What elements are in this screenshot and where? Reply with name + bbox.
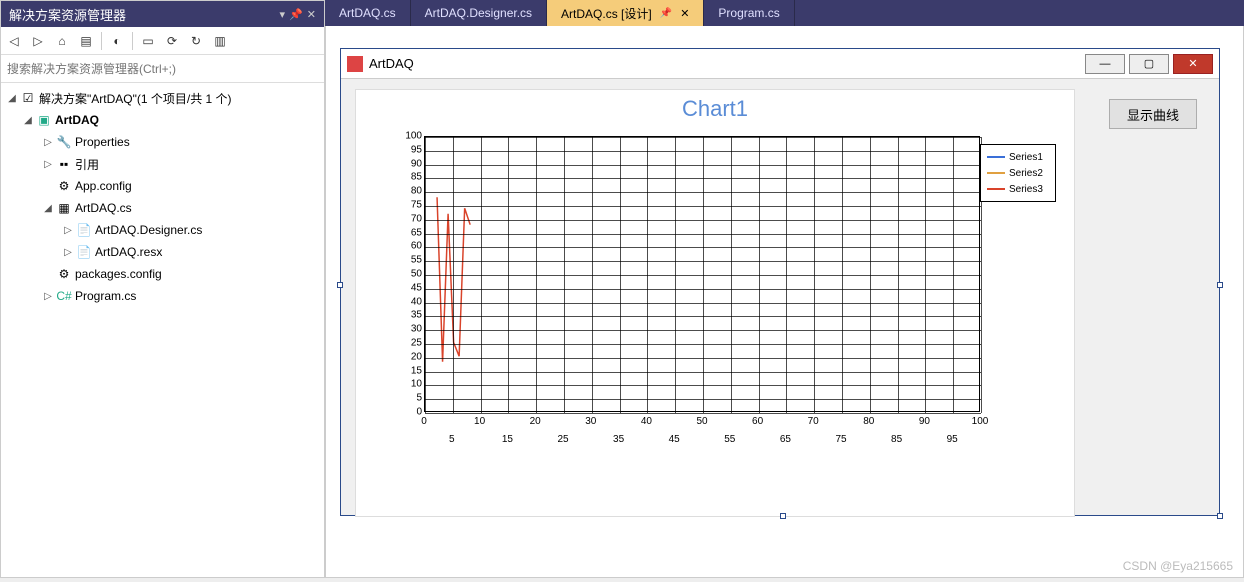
show-all-icon[interactable]: ▭ <box>139 32 157 50</box>
config-icon: ⚙ <box>55 267 73 281</box>
collapse-icon[interactable]: ↻ <box>187 32 205 50</box>
tab-artdaq-cs[interactable]: ArtDAQ.cs <box>325 0 411 26</box>
wrench-icon: 🔧 <box>55 135 73 149</box>
nav-fwd-icon[interactable]: ▷ <box>29 32 47 50</box>
tree-references[interactable]: ▷▪▪ 引用 <box>1 153 324 175</box>
cs-icon: 📄 <box>75 223 93 237</box>
scope-icon[interactable]: ◐ <box>108 32 126 50</box>
solution-explorer-panel: 解决方案资源管理器 ▾ 📌 ✕ ◁ ▷ ⌂ ▤ ◐ ▭ ⟳ ↻ ▥ ◢☑ 解决方… <box>0 0 325 578</box>
form-window[interactable]: ArtDAQ — ▢ ✕ Chart1 05101520253035404550… <box>340 48 1220 516</box>
panel-pin-icon[interactable]: 📌 <box>289 8 303 21</box>
chart-control[interactable]: Chart1 051015202530354045505560657075808… <box>355 89 1075 517</box>
csproj-icon: ▣ <box>35 113 53 127</box>
properties-icon[interactable]: ▥ <box>211 32 229 50</box>
tree-packages[interactable]: ⚙ packages.config <box>1 263 324 285</box>
panel-close-icon[interactable]: ✕ <box>307 8 316 21</box>
cs-file-icon: C# <box>55 289 73 303</box>
tab-artdaq-design[interactable]: ArtDAQ.cs [设计] 📌 ✕ <box>547 0 704 26</box>
tab-program-cs[interactable]: Program.cs <box>704 0 794 26</box>
search-input[interactable] <box>7 62 318 76</box>
config-icon: ⚙ <box>55 179 73 193</box>
designer-surface[interactable]: ArtDAQ — ▢ ✕ Chart1 05101520253035404550… <box>325 26 1244 578</box>
search-box[interactable] <box>1 55 324 83</box>
tree-appconfig[interactable]: ⚙ App.config <box>1 175 324 197</box>
form-icon: ▦ <box>55 201 73 215</box>
sync-icon[interactable]: ▤ <box>77 32 95 50</box>
tree-program[interactable]: ▷C# Program.cs <box>1 285 324 307</box>
resx-icon: 📄 <box>75 245 93 259</box>
form-titlebar: ArtDAQ — ▢ ✕ <box>341 49 1219 79</box>
panel-title: 解决方案资源管理器 <box>9 5 126 24</box>
show-curve-button[interactable]: 显示曲线 <box>1109 99 1197 129</box>
home-icon[interactable]: ⌂ <box>53 32 71 50</box>
solution-icon: ☑ <box>19 91 37 105</box>
panel-menu-icon[interactable]: ▾ <box>280 8 286 21</box>
tree-artdaq-cs[interactable]: ◢▦ ArtDAQ.cs <box>1 197 324 219</box>
solution-toolbar: ◁ ▷ ⌂ ▤ ◐ ▭ ⟳ ↻ ▥ <box>1 27 324 55</box>
minimize-button[interactable]: — <box>1085 54 1125 74</box>
tab-artdaq-designer-cs[interactable]: ArtDAQ.Designer.cs <box>411 0 547 26</box>
tree-artdaq-designer[interactable]: ▷📄 ArtDAQ.Designer.cs <box>1 219 324 241</box>
nav-back-icon[interactable]: ◁ <box>5 32 23 50</box>
tree-project[interactable]: ◢▣ ArtDAQ <box>1 109 324 131</box>
chart-y-labels: 0510152025303540455055606570758085909510… <box>394 130 422 416</box>
panel-title-bar: 解决方案资源管理器 ▾ 📌 ✕ <box>1 1 324 27</box>
close-tab-icon[interactable]: ✕ <box>680 7 689 20</box>
form-title: ArtDAQ <box>369 56 1081 71</box>
maximize-button[interactable]: ▢ <box>1129 54 1169 74</box>
chart-plot <box>424 136 980 412</box>
tab-strip: ArtDAQ.cs ArtDAQ.Designer.cs ArtDAQ.cs [… <box>325 0 1244 26</box>
watermark: CSDN @Eya215665 <box>1123 559 1233 573</box>
solution-tree: ◢☑ 解决方案"ArtDAQ"(1 个项目/共 1 个) ◢▣ ArtDAQ ▷… <box>1 83 324 577</box>
editor-area: ArtDAQ.cs ArtDAQ.Designer.cs ArtDAQ.cs [… <box>325 0 1244 578</box>
form-body: Chart1 051015202530354045505560657075808… <box>341 79 1219 515</box>
tree-solution-root[interactable]: ◢☑ 解决方案"ArtDAQ"(1 个项目/共 1 个) <box>1 87 324 109</box>
form-icon <box>347 56 363 72</box>
pin-icon[interactable]: 📌 <box>660 8 672 19</box>
chart-legend: Series1Series2Series3 <box>980 144 1056 202</box>
tree-artdaq-resx[interactable]: ▷📄 ArtDAQ.resx <box>1 241 324 263</box>
close-button[interactable]: ✕ <box>1173 54 1213 74</box>
chart-title: Chart1 <box>356 96 1074 122</box>
references-icon: ▪▪ <box>55 157 73 171</box>
tree-properties[interactable]: ▷🔧 Properties <box>1 131 324 153</box>
refresh-icon[interactable]: ⟳ <box>163 32 181 50</box>
